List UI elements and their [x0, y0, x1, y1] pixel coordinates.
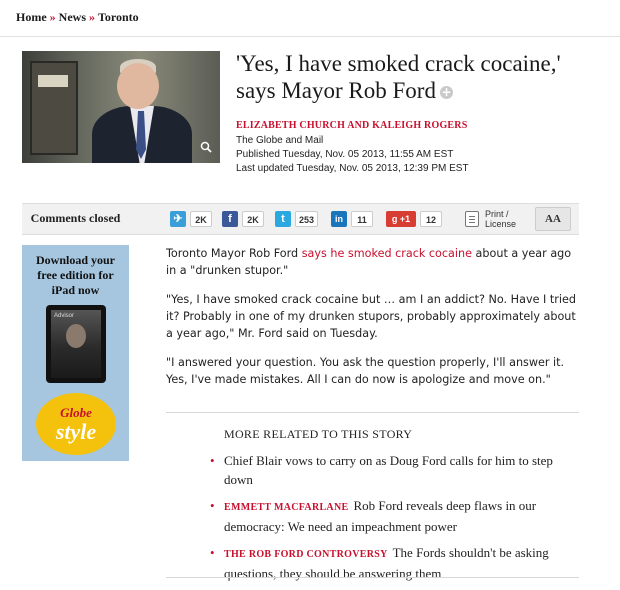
article-paragraph: Toronto Mayor Rob Ford says he smoked cr…: [166, 247, 572, 277]
google-plus-count: 12: [420, 211, 442, 227]
related-story-tag[interactable]: EMMETT MACFARLANE: [224, 502, 348, 513]
breadcrumb-separator: »: [88, 10, 95, 24]
magazine-name: Advisor: [54, 313, 75, 319]
related-stories-heading: MORE RELATED TO THIS STORY: [224, 427, 413, 441]
breadcrumb-news-link[interactable]: News: [59, 10, 86, 24]
ipad-image: Advisor: [46, 305, 106, 383]
photo-background-door: [30, 61, 78, 155]
divider: [166, 577, 579, 578]
print-icon: [465, 211, 479, 227]
breadcrumb-toronto-link[interactable]: Toronto: [98, 10, 139, 24]
share-group-twitter[interactable]: t 253: [275, 210, 319, 228]
related-story-item[interactable]: • EMMETT MACFARLANE Rob Ford reveals deep…: [210, 496, 580, 536]
published-timestamp: Published Tuesday, Nov. 05 2013, 11:55 A…: [236, 149, 454, 160]
bullet-icon: •: [210, 498, 215, 513]
twitter-count: 253: [295, 211, 319, 227]
related-story-tag[interactable]: THE ROB FORD CONTROVERSY: [224, 549, 388, 560]
breadcrumb-separator: »: [49, 10, 56, 24]
byline: ELIZABETH CHURCH AND KALEIGH ROGERS The …: [236, 119, 469, 176]
byline-authors[interactable]: ELIZABETH CHURCH AND KALEIGH ROGERS: [236, 119, 469, 133]
article-body: Toronto Mayor Rob Ford says he smoked cr…: [166, 245, 576, 400]
share-group-linkedin[interactable]: in 11: [331, 210, 373, 228]
page-title: 'Yes, I have smoked crack cocaine,' says…: [236, 50, 576, 104]
article-paragraph: "Yes, I have smoked crack cocaine but … …: [166, 293, 576, 340]
magnifier-icon[interactable]: [198, 141, 214, 157]
plus-icon[interactable]: +: [439, 86, 453, 99]
facebook-count: 2K: [242, 211, 264, 227]
twitter-icon[interactable]: t: [275, 211, 291, 227]
headline-text: 'Yes, I have smoked crack cocaine,' says…: [236, 51, 561, 103]
related-stories-list: • Chief Blair vows to carry on as Doug F…: [210, 451, 580, 590]
ad-text: Download your free edition for iPad now: [35, 253, 115, 297]
share-icon[interactable]: ✈: [170, 211, 186, 227]
photo-person-head: [117, 63, 159, 109]
license-label: License: [485, 219, 517, 229]
breadcrumb-home-link[interactable]: Home: [16, 10, 47, 24]
byline-publication: The Globe and Mail: [236, 135, 324, 146]
globe-style-logo: Globe style: [36, 393, 116, 455]
print-license-button[interactable]: Print / License: [465, 209, 516, 229]
facebook-icon[interactable]: f: [222, 211, 238, 227]
share-group-email[interactable]: ✈ 2K: [170, 210, 212, 228]
updated-timestamp: Last updated Tuesday, Nov. 05 2013, 12:3…: [236, 163, 469, 174]
linkedin-count: 11: [351, 211, 373, 227]
share-group-google-plus[interactable]: g +1 12: [386, 210, 442, 228]
related-story-title[interactable]: Chief Blair vows to carry on as Doug For…: [224, 453, 553, 487]
related-story-item[interactable]: • Chief Blair vows to carry on as Doug F…: [210, 451, 580, 489]
comments-closed-label[interactable]: Comments closed: [22, 204, 129, 234]
share-count: 2K: [190, 211, 212, 227]
crack-cocaine-link[interactable]: says he smoked crack cocaine: [302, 247, 472, 260]
bullet-icon: •: [210, 545, 215, 560]
hero-photo[interactable]: [22, 51, 220, 163]
share-group-facebook[interactable]: f 2K: [222, 210, 264, 228]
breadcrumb: Home» News» Toronto: [0, 0, 620, 37]
bullet-icon: •: [210, 453, 215, 468]
print-label: Print /: [485, 209, 509, 219]
text-size-button[interactable]: AA: [535, 207, 571, 231]
article-paragraph: "I answered your question. You ask the q…: [166, 356, 565, 386]
ipad-ad-banner[interactable]: Download your free edition for iPad now …: [22, 245, 129, 461]
article-toolbar: Comments closed ✈ 2K f 2K t 253 in 11 g …: [22, 203, 579, 235]
linkedin-icon[interactable]: in: [331, 211, 347, 227]
google-plus-icon[interactable]: g +1: [386, 211, 416, 227]
divider: [166, 412, 579, 413]
